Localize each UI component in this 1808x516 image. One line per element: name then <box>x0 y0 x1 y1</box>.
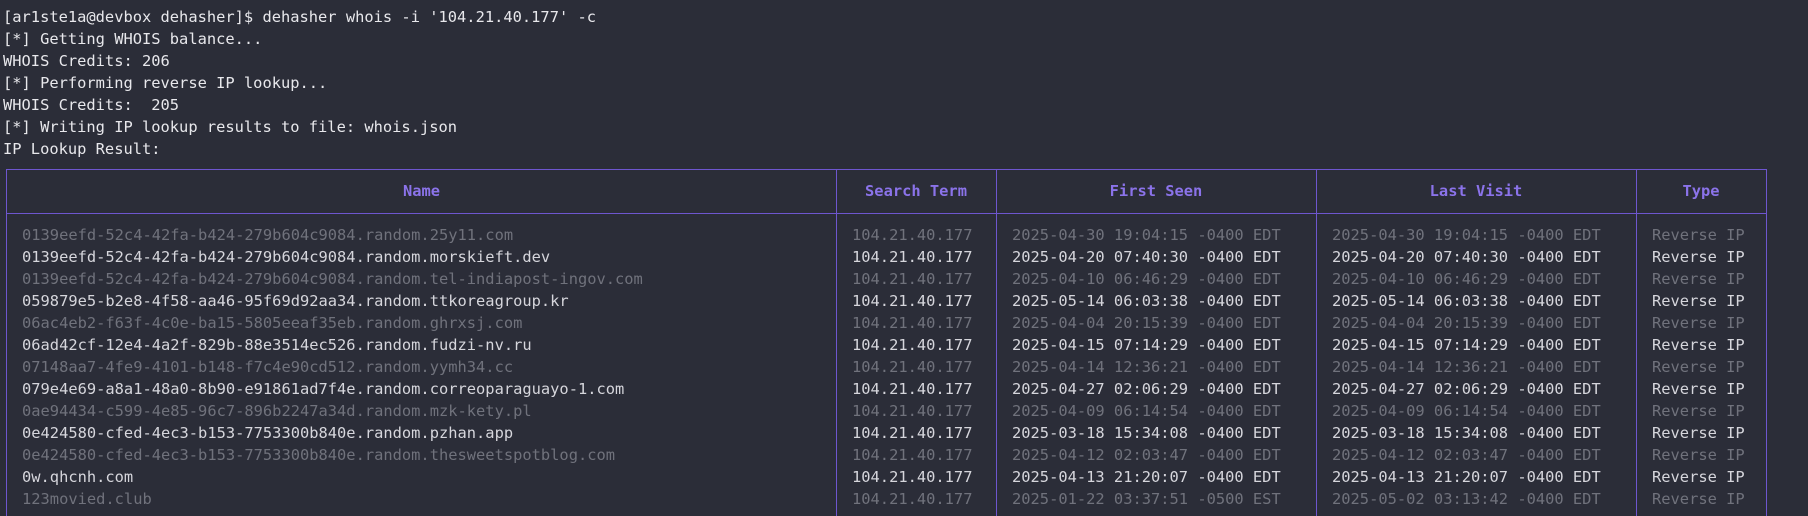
cell-name: 0139eefd-52c4-42fa-b424-279b604c9084.ran… <box>22 270 643 288</box>
table-row: 0w.qhcnh.com 104.21.40.177 2025-04-13 21:2… <box>7 466 1766 488</box>
table-row: 0e424580-cfed-4ec3-b153-7753300b840e.ran… <box>7 444 1766 466</box>
cell-type: Reverse IP <box>1652 358 1745 376</box>
cell-first-seen: 2025-01-22 03:37:51 -0500 EST <box>1012 490 1281 508</box>
column-header-first-seen: First Seen <box>1109 182 1203 200</box>
cell-first-seen: 2025-04-09 06:14:54 -0400 EDT <box>1012 402 1281 420</box>
table-row: 0139eefd-52c4-42fa-b424-279b604c9084.ran… <box>7 268 1766 290</box>
cell-search-term: 104.21.40.177 <box>852 270 973 288</box>
cell-last-visit: 2025-04-04 20:15:39 -0400 EDT <box>1332 314 1601 332</box>
cell-last-visit: 2025-04-27 02:06:29 -0400 EDT <box>1332 380 1601 398</box>
cell-last-visit: 2025-05-14 06:03:38 -0400 EDT <box>1332 292 1601 310</box>
cell-first-seen: 2025-04-10 06:46:29 -0400 EDT <box>1012 270 1281 288</box>
cell-type: Reverse IP <box>1652 380 1745 398</box>
cell-name: 0139eefd-52c4-42fa-b424-279b604c9084.ran… <box>22 226 514 244</box>
cell-first-seen: 2025-04-14 12:36:21 -0400 EDT <box>1012 358 1281 376</box>
cell-last-visit: 2025-04-30 19:04:15 -0400 EDT <box>1332 226 1601 244</box>
table-row: 06ad42cf-12e4-4a2f-829b-88e3514ec526.ran… <box>7 334 1766 356</box>
cell-first-seen: 2025-04-27 02:06:29 -0400 EDT <box>1012 380 1281 398</box>
cell-search-term: 104.21.40.177 <box>852 490 973 508</box>
cell-name: 07148aa7-4fe9-4101-b148-f7c4e90cd512.ran… <box>22 358 514 376</box>
cell-type: Reverse IP <box>1652 270 1745 288</box>
table-row: 0139eefd-52c4-42fa-b424-279b604c9084.ran… <box>7 224 1766 246</box>
cell-first-seen: 2025-03-18 15:34:08 -0400 EDT <box>1012 424 1281 442</box>
status-line: WHOIS Credits: 205 <box>3 96 180 114</box>
cell-first-seen: 2025-04-15 07:14:29 -0400 EDT <box>1012 336 1281 354</box>
cell-name: 059879e5-b2e8-4f58-aa46-95f69d92aa34.ran… <box>22 292 569 310</box>
cell-search-term: 104.21.40.177 <box>852 358 973 376</box>
table-body: 0139eefd-52c4-42fa-b424-279b604c9084.ran… <box>7 224 1766 510</box>
cell-last-visit: 2025-04-15 07:14:29 -0400 EDT <box>1332 336 1601 354</box>
cell-type: Reverse IP <box>1652 292 1745 310</box>
cell-search-term: 104.21.40.177 <box>852 292 973 310</box>
cell-type: Reverse IP <box>1652 226 1745 244</box>
cell-first-seen: 2025-04-30 19:04:15 -0400 EDT <box>1012 226 1281 244</box>
status-line: IP Lookup Result: <box>3 140 161 158</box>
table-row: 06ac4eb2-f63f-4c0e-ba15-5805eeaf35eb.ran… <box>7 312 1766 334</box>
cell-last-visit: 2025-04-13 21:20:07 -0400 EDT <box>1332 468 1601 486</box>
terminal-output: [ar1ste1a@devbox dehasher]$ dehasher who… <box>3 6 1808 160</box>
cell-search-term: 104.21.40.177 <box>852 424 973 442</box>
cell-type: Reverse IP <box>1652 446 1745 464</box>
cell-first-seen: 2025-04-20 07:40:30 -0400 EDT <box>1012 248 1281 266</box>
cell-search-term: 104.21.40.177 <box>852 446 973 464</box>
cell-search-term: 104.21.40.177 <box>852 248 973 266</box>
cell-first-seen: 2025-04-13 21:20:07 -0400 EDT <box>1012 468 1281 486</box>
cell-first-seen: 2025-04-04 20:15:39 -0400 EDT <box>1012 314 1281 332</box>
cell-first-seen: 2025-05-14 06:03:38 -0400 EDT <box>1012 292 1281 310</box>
cell-type: Reverse IP <box>1652 424 1745 442</box>
cell-type: Reverse IP <box>1652 468 1745 486</box>
cell-last-visit: 2025-05-02 03:13:42 -0400 EDT <box>1332 490 1601 508</box>
table-row: 0e424580-cfed-4ec3-b153-7753300b840e.ran… <box>7 422 1766 444</box>
cell-search-term: 104.21.40.177 <box>852 336 973 354</box>
column-header-type: Type <box>1682 182 1720 200</box>
cell-last-visit: 2025-03-18 15:34:08 -0400 EDT <box>1332 424 1601 442</box>
table-row: 059879e5-b2e8-4f58-aa46-95f69d92aa34.ran… <box>7 290 1766 312</box>
cell-last-visit: 2025-04-14 12:36:21 -0400 EDT <box>1332 358 1601 376</box>
table-row: 0139eefd-52c4-42fa-b424-279b604c9084.ran… <box>7 246 1766 268</box>
cell-name: 0ae94434-c599-4e85-96c7-896b2247a34d.ran… <box>22 402 532 420</box>
cell-name: 0w.qhcnh.com <box>22 468 134 486</box>
cell-last-visit: 2025-04-12 02:03:47 -0400 EDT <box>1332 446 1601 464</box>
ip-lookup-table: Name Search Term First Seen Last Visit T… <box>6 169 1767 516</box>
cell-last-visit: 2025-04-20 07:40:30 -0400 EDT <box>1332 248 1601 266</box>
cell-search-term: 104.21.40.177 <box>852 468 973 486</box>
cell-search-term: 104.21.40.177 <box>852 402 973 420</box>
table-row: 0ae94434-c599-4e85-96c7-896b2247a34d.ran… <box>7 400 1766 422</box>
cell-search-term: 104.21.40.177 <box>852 226 973 244</box>
command-line: [ar1ste1a@devbox dehasher]$ dehasher who… <box>3 8 597 26</box>
cell-search-term: 104.21.40.177 <box>852 380 973 398</box>
cell-name: 0e424580-cfed-4ec3-b153-7753300b840e.ran… <box>22 446 616 464</box>
cell-first-seen: 2025-04-12 02:03:47 -0400 EDT <box>1012 446 1281 464</box>
status-line: [*] Getting WHOIS balance... <box>3 30 263 48</box>
cell-name: 079e4e69-a8a1-48a0-8b90-e91861ad7f4e.ran… <box>22 380 625 398</box>
table-row: 07148aa7-4fe9-4101-b148-f7c4e90cd512.ran… <box>7 356 1766 378</box>
cell-name: 0139eefd-52c4-42fa-b424-279b604c9084.ran… <box>22 248 551 266</box>
status-line: [*] Writing IP lookup results to file: w… <box>3 118 458 136</box>
cell-type: Reverse IP <box>1652 402 1745 420</box>
cell-search-term: 104.21.40.177 <box>852 314 973 332</box>
cell-name: 0e424580-cfed-4ec3-b153-7753300b840e.ran… <box>22 424 514 442</box>
cell-last-visit: 2025-04-10 06:46:29 -0400 EDT <box>1332 270 1601 288</box>
column-header-name: Name <box>402 182 441 200</box>
cell-type: Reverse IP <box>1652 336 1745 354</box>
cell-type: Reverse IP <box>1652 314 1745 332</box>
cell-name: 123movied.club <box>22 490 152 508</box>
cell-last-visit: 2025-04-09 06:14:54 -0400 EDT <box>1332 402 1601 420</box>
status-line: [*] Performing reverse IP lookup... <box>3 74 328 92</box>
cell-type: Reverse IP <box>1652 490 1745 508</box>
table-row: 123movied.club 104.21.40.177 2025-01-22 03… <box>7 488 1766 510</box>
column-header-last-visit: Last Visit <box>1429 182 1523 200</box>
cell-name: 06ac4eb2-f63f-4c0e-ba15-5805eeaf35eb.ran… <box>22 314 523 332</box>
cell-type: Reverse IP <box>1652 248 1745 266</box>
status-line: WHOIS Credits: 206 <box>3 52 170 70</box>
table-row: 079e4e69-a8a1-48a0-8b90-e91861ad7f4e.ran… <box>7 378 1766 400</box>
column-header-search-term: Search Term <box>865 182 967 200</box>
cell-name: 06ad42cf-12e4-4a2f-829b-88e3514ec526.ran… <box>22 336 532 354</box>
table-header: Name Search Term First Seen Last Visit T… <box>7 170 1766 214</box>
